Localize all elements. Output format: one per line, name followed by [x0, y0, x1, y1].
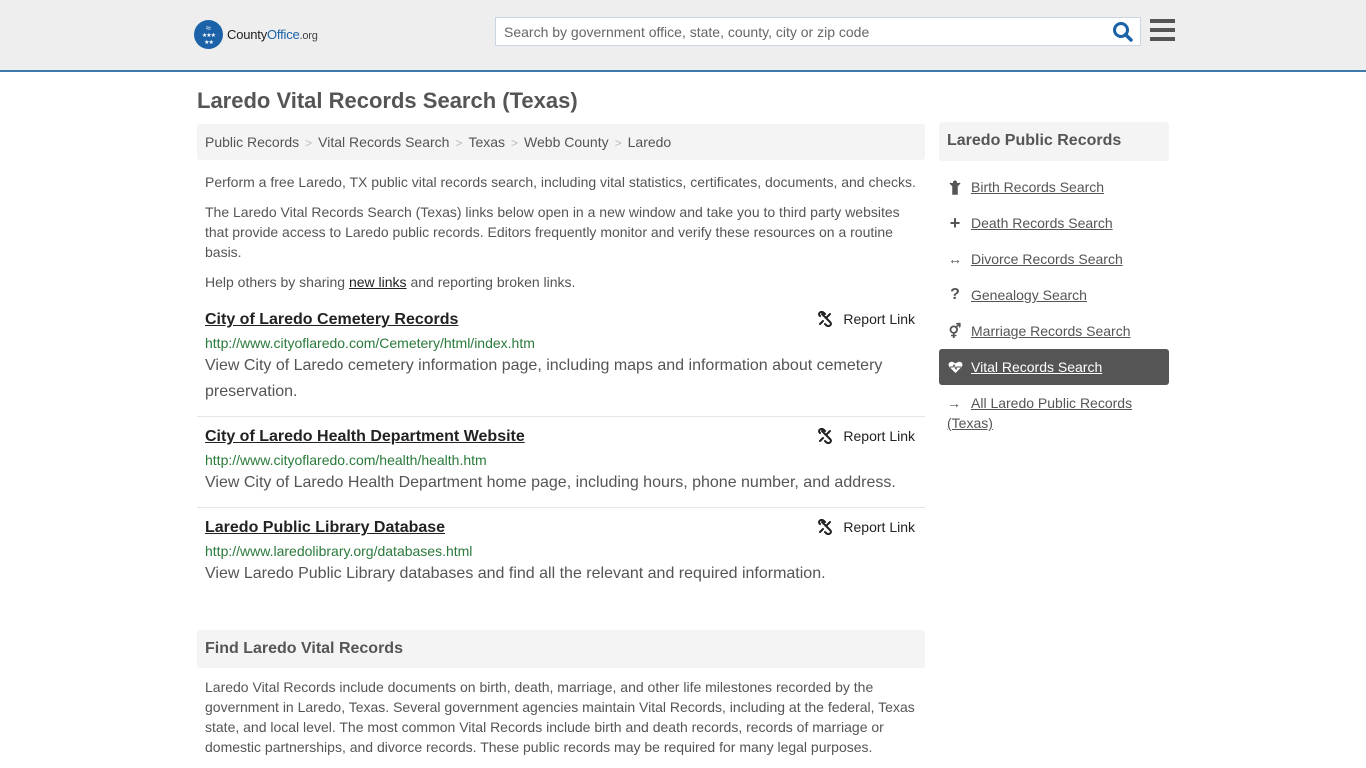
- listing-item: City of Laredo Cemetery Records Report L…: [197, 311, 925, 405]
- breadcrumb-separator: >: [305, 136, 313, 150]
- broken-link-icon: [818, 519, 833, 535]
- listing-divider: [197, 416, 925, 417]
- venus-mars-icon: ⚥: [948, 322, 962, 339]
- broken-link-icon: [818, 428, 833, 444]
- breadcrumb-texas[interactable]: Texas: [468, 134, 505, 150]
- sidebar-item-genealogy[interactable]: ? Genealogy Search: [939, 277, 1169, 313]
- breadcrumb-public-records[interactable]: Public Records: [205, 134, 299, 150]
- breadcrumb-separator: >: [511, 136, 519, 150]
- site-logo[interactable]: ≈ ★★★ ★★ CountyOffice.org: [194, 20, 318, 49]
- eagle-badge-icon: ≈ ★★★ ★★: [194, 20, 223, 49]
- breadcrumb-webb-county[interactable]: Webb County: [524, 134, 609, 150]
- listing-item: Laredo Public Library Database Report Li…: [197, 519, 925, 587]
- heartbeat-icon: [947, 361, 963, 374]
- search-button[interactable]: [1112, 21, 1134, 43]
- listing-divider: [197, 507, 925, 508]
- question-icon: ?: [950, 286, 960, 303]
- sidebar-item-divorce-records[interactable]: ↔ Divorce Records Search: [939, 241, 1169, 277]
- breadcrumb-vital-records-search[interactable]: Vital Records Search: [318, 134, 449, 150]
- listing-description: View Laredo Public Library databases and…: [205, 565, 826, 582]
- listing-url[interactable]: http://www.cityoflaredo.com/Cemetery/htm…: [205, 335, 917, 351]
- find-section-body: Laredo Vital Records include documents o…: [205, 679, 915, 755]
- arrow-right-icon: →: [947, 395, 961, 411]
- intro-paragraph-1: Perform a free Laredo, TX public vital r…: [205, 174, 916, 190]
- site-header: ≈ ★★★ ★★ CountyOffice.org: [0, 0, 1366, 72]
- listing-item: City of Laredo Health Department Website…: [197, 428, 925, 496]
- page-title: Laredo Vital Records Search (Texas): [197, 88, 578, 113]
- breadcrumb-separator: >: [455, 136, 463, 150]
- child-icon: [947, 180, 963, 195]
- intro-paragraph-2: The Laredo Vital Records Search (Texas) …: [205, 204, 900, 260]
- sidebar-item-marriage-records[interactable]: ⚥ Marriage Records Search: [939, 313, 1169, 349]
- listing-url[interactable]: http://www.laredolibrary.org/databases.h…: [205, 543, 917, 559]
- listing-url[interactable]: http://www.cityoflaredo.com/health/healt…: [205, 452, 917, 468]
- listing-title-link[interactable]: City of Laredo Health Department Website: [205, 428, 525, 445]
- listing-description: View City of Laredo Health Department ho…: [205, 474, 896, 491]
- logo-text: CountyOffice.org: [227, 27, 318, 42]
- broken-link-icon: [818, 311, 833, 327]
- sidebar-item-all-public-records[interactable]: → All Laredo Public Records (Texas): [939, 387, 1169, 431]
- intro-paragraph-3: Help others by sharing new links and rep…: [205, 274, 576, 290]
- arrows-horizontal-icon: ↔: [948, 251, 962, 267]
- listing-title-link[interactable]: City of Laredo Cemetery Records: [205, 311, 458, 328]
- search-box: [495, 17, 1141, 46]
- listing-description: View City of Laredo cemetery information…: [205, 357, 883, 400]
- intro-text: Perform a free Laredo, TX public vital r…: [205, 172, 920, 302]
- search-icon: [1113, 22, 1133, 42]
- menu-bar: [1150, 19, 1175, 23]
- sidebar-item-death-records[interactable]: + Death Records Search: [939, 205, 1169, 241]
- breadcrumb-laredo[interactable]: Laredo: [628, 134, 672, 150]
- breadcrumb-separator: >: [614, 136, 622, 150]
- menu-bar: [1150, 28, 1175, 32]
- search-input[interactable]: [496, 18, 1096, 45]
- sidebar-item-vital-records[interactable]: Vital Records Search: [939, 349, 1169, 385]
- menu-bar: [1150, 37, 1175, 41]
- sidebar-heading: Laredo Public Records: [939, 122, 1169, 161]
- find-section-heading: Find Laredo Vital Records: [197, 630, 925, 668]
- sidebar-item-birth-records[interactable]: Birth Records Search: [939, 169, 1169, 205]
- plus-icon: +: [949, 212, 961, 233]
- listing-title-link[interactable]: Laredo Public Library Database: [205, 519, 445, 536]
- new-links-link[interactable]: new links: [349, 274, 407, 290]
- hamburger-menu-button[interactable]: [1150, 19, 1175, 41]
- breadcrumb: Public Records > Vital Records Search > Texa…: [197, 124, 925, 160]
- report-link-button[interactable]: Report Link: [817, 311, 915, 327]
- report-link-button[interactable]: Report Link: [817, 428, 915, 444]
- report-link-button[interactable]: Report Link: [817, 519, 915, 535]
